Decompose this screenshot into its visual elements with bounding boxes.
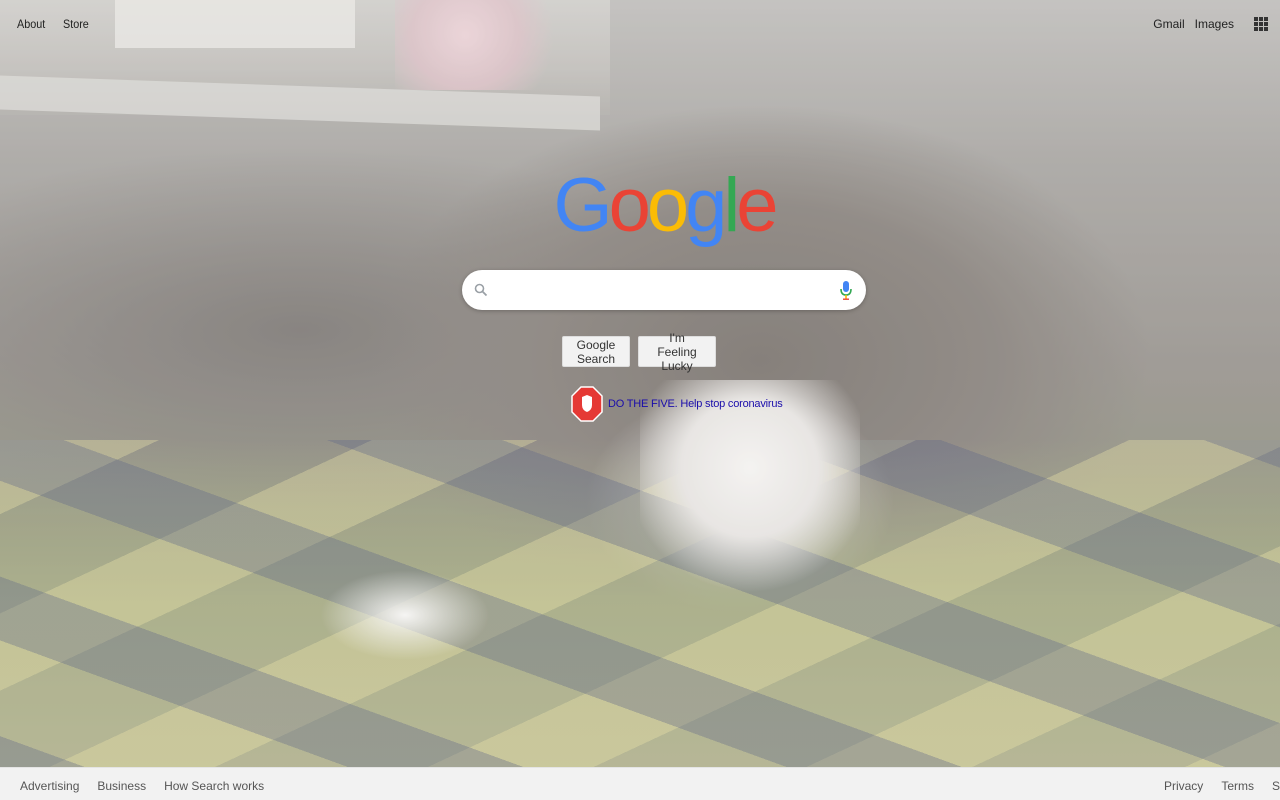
logo-letter: G [553, 162, 612, 248]
how-search-works-link[interactable]: How Search works [164, 779, 264, 793]
logo-letter: e [736, 162, 778, 248]
stop-sign-shield-icon[interactable] [571, 386, 603, 422]
search-input[interactable] [498, 278, 822, 304]
gmail-link[interactable]: Gmail [1153, 17, 1184, 31]
footer-right-links: Privacy Terms S [1146, 779, 1280, 793]
advertising-link[interactable]: Advertising [20, 779, 79, 793]
settings-link[interactable]: S [1272, 779, 1280, 793]
search-buttons: Google Search I'm Feeling Lucky [562, 331, 716, 373]
microphone-icon[interactable] [838, 280, 854, 300]
store-link[interactable]: Store [63, 17, 89, 31]
top-left-nav: About Store [17, 17, 107, 31]
logo-letter: g [685, 162, 727, 248]
promo-link[interactable]: DO THE FIVE. Help stop coronavirus [608, 398, 783, 410]
search-box[interactable] [462, 270, 866, 310]
top-right-nav: Gmail Images [1153, 16, 1268, 31]
logo-letter: o [646, 162, 689, 248]
footer: Advertising Business How Search works Pr… [0, 767, 1280, 800]
business-link[interactable]: Business [97, 779, 146, 793]
logo-letter: o [608, 162, 651, 248]
footer-left-links: Advertising Business How Search works [20, 779, 282, 793]
promo: DO THE FIVE. Help stop coronavirus [571, 386, 783, 422]
google-logo: G o o g l e [553, 160, 778, 250]
grid-apps-icon[interactable] [1254, 16, 1268, 31]
google-search-button[interactable]: Google Search [562, 336, 630, 367]
search-icon [474, 283, 488, 297]
feeling-lucky-button[interactable]: I'm Feeling Lucky [638, 331, 716, 373]
privacy-link[interactable]: Privacy [1164, 779, 1203, 793]
top-bar: About Store Gmail Images [0, 0, 1280, 48]
logo-letter: l [723, 162, 740, 248]
images-link[interactable]: Images [1195, 17, 1234, 31]
terms-link[interactable]: Terms [1221, 779, 1254, 793]
about-link[interactable]: About [17, 17, 45, 31]
